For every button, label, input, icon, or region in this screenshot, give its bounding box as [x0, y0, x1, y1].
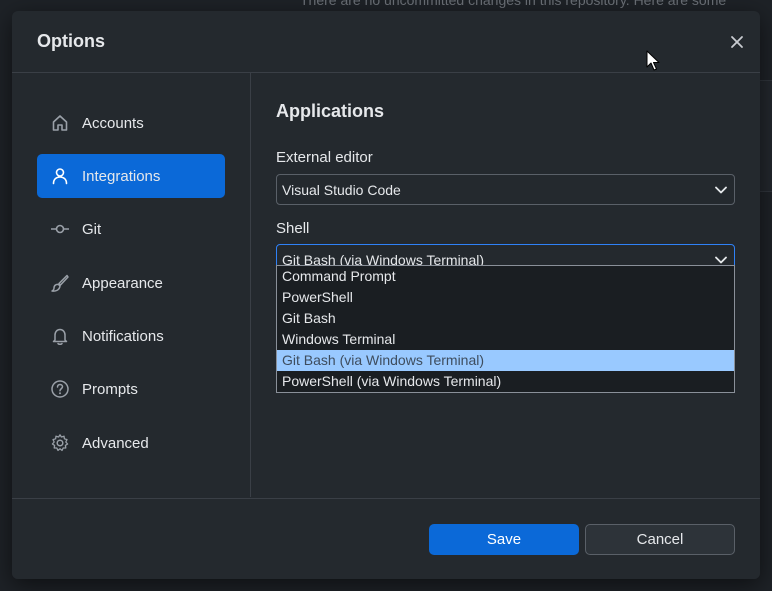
close-icon — [731, 36, 743, 48]
bell-icon — [50, 326, 70, 346]
paintbrush-icon — [50, 273, 70, 293]
chevron-down-icon — [713, 182, 729, 198]
shell-label: Shell — [276, 220, 310, 237]
sidebar-item-label: Notifications — [82, 327, 164, 345]
sidebar-item-prompts[interactable]: Prompts — [37, 367, 225, 411]
dialog-footer: Save Cancel — [12, 498, 760, 579]
sidebar-item-label: Integrations — [82, 167, 161, 185]
shell-option-git-bash-windows-terminal[interactable]: Git Bash (via Windows Terminal) — [277, 350, 734, 371]
mouse-cursor-icon — [646, 50, 660, 71]
gear-icon — [50, 433, 70, 453]
sidebar-item-advanced[interactable]: Advanced — [37, 421, 225, 465]
sidebar-item-notifications[interactable]: Notifications — [37, 314, 225, 358]
git-commit-icon — [50, 219, 70, 239]
shell-option-git-bash[interactable]: Git Bash — [277, 308, 734, 329]
section-title: Applications — [276, 101, 385, 121]
external-editor-select[interactable]: Visual Studio Code — [276, 174, 735, 205]
person-icon — [50, 166, 70, 186]
sidebar-item-label: Git — [82, 220, 102, 238]
sidebar-item-integrations[interactable]: Integrations — [37, 154, 225, 198]
external-editor-value: Visual Studio Code — [282, 181, 401, 198]
home-icon — [50, 113, 70, 133]
close-button[interactable] — [724, 29, 750, 55]
sidebar-item-label: Appearance — [82, 274, 163, 292]
background-panel-edge — [760, 80, 772, 192]
sidebar-item-label: Advanced — [82, 434, 149, 452]
shell-option-windows-terminal[interactable]: Windows Terminal — [277, 329, 734, 350]
dialog-title: Options — [37, 31, 105, 51]
cancel-button[interactable]: Cancel — [585, 524, 735, 555]
save-button[interactable]: Save — [429, 524, 579, 555]
options-sidebar: Accounts Integrations Git Appearance Not… — [12, 73, 251, 497]
shell-option-powershell-windows-terminal[interactable]: PowerShell (via Windows Terminal) — [277, 371, 734, 392]
shell-option-powershell[interactable]: PowerShell — [277, 287, 734, 308]
question-icon — [50, 379, 70, 399]
external-editor-label: External editor — [276, 149, 373, 166]
sidebar-item-accounts[interactable]: Accounts — [37, 101, 225, 145]
sidebar-item-label: Accounts — [82, 114, 144, 132]
integrations-panel: Applications External editor Visual Stud… — [251, 73, 760, 497]
sidebar-item-git[interactable]: Git — [37, 207, 225, 251]
shell-option-command-prompt[interactable]: Command Prompt — [277, 266, 734, 287]
sidebar-item-label: Prompts — [82, 380, 138, 398]
shell-dropdown-list: Command Prompt PowerShell Git Bash Windo… — [276, 265, 735, 393]
sidebar-item-appearance[interactable]: Appearance — [37, 261, 225, 305]
options-dialog: Options Accounts Integrations Git Appear… — [12, 11, 760, 579]
